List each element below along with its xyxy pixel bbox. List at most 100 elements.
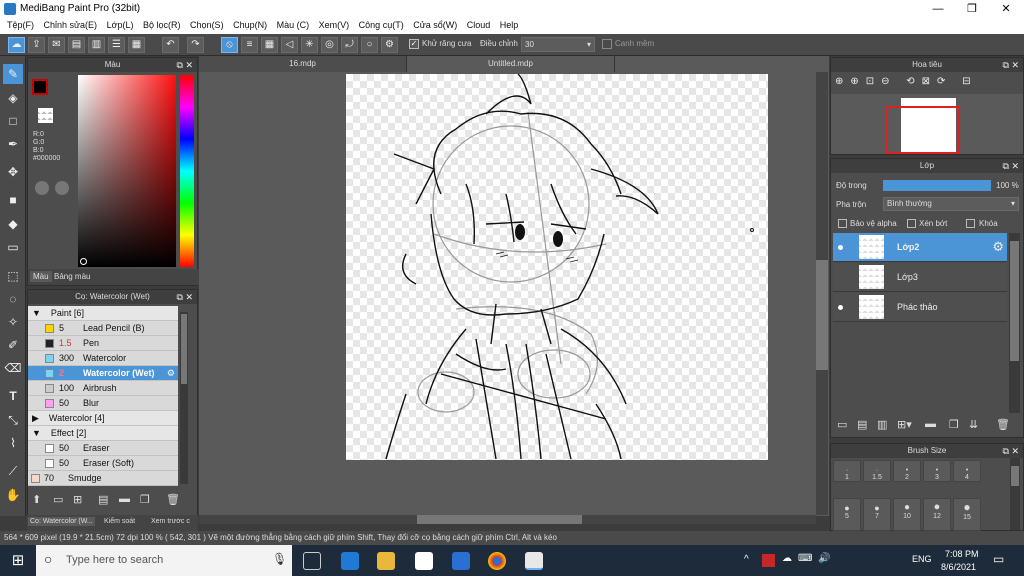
gradient-tool-icon[interactable]: ▭: [3, 237, 23, 257]
gear-icon[interactable]: ⚙: [992, 239, 1004, 255]
lasso-tool-icon[interactable]: ◌: [3, 289, 23, 309]
brush-size-cell[interactable]: ● 12: [923, 498, 951, 531]
layer-row[interactable]: Phác thảo: [833, 293, 1007, 322]
parallel-snap-icon[interactable]: ≡: [241, 37, 258, 53]
eye-icon[interactable]: [838, 305, 843, 310]
new-halftone-layer-icon[interactable]: ▤: [857, 418, 867, 431]
brush-item[interactable]: 50 Blur: [28, 396, 178, 411]
menu-edit[interactable]: Chỉnh sửa(E): [44, 18, 98, 30]
tab-document-1[interactable]: 16.mdp: [199, 56, 407, 72]
brush-item[interactable]: 70 Smudge: [28, 471, 178, 486]
menu-tools[interactable]: Công cụ(T): [359, 18, 404, 30]
folder-icon[interactable]: ▬: [925, 418, 936, 430]
trash-icon[interactable]: 🗑: [166, 493, 180, 506]
move-tool-icon[interactable]: ✥: [3, 162, 23, 182]
menu-window[interactable]: Cửa sổ(W): [413, 18, 457, 30]
menu-color[interactable]: Màu (C): [277, 18, 310, 30]
windows-start-icon[interactable]: ⊞: [0, 545, 36, 576]
no-snap-icon[interactable]: ⦸: [221, 37, 238, 53]
menu-filter[interactable]: Bộ lọc(R): [143, 18, 181, 30]
brush-cloud-icon[interactable]: ⬆: [32, 493, 41, 506]
text-tool-icon[interactable]: T: [3, 386, 23, 406]
panel-close-icon[interactable]: ⧉ ✕: [1003, 159, 1019, 173]
panel-close-icon[interactable]: ⧉ ✕: [1003, 444, 1019, 458]
viewport-frame[interactable]: [885, 106, 959, 154]
minimize-button[interactable]: —: [921, 0, 955, 18]
close-button[interactable]: ✕: [989, 0, 1023, 18]
store-icon[interactable]: [452, 552, 470, 570]
menu-help[interactable]: Help: [500, 18, 519, 30]
hue-slider[interactable]: [180, 75, 194, 267]
notification-icon[interactable]: ▭: [993, 552, 1004, 566]
language-indicator[interactable]: ENG: [912, 554, 932, 564]
curve-snap-icon[interactable]: ⤾: [341, 37, 358, 53]
layer-row-selected[interactable]: Lớp2 ⚙: [833, 233, 1007, 262]
menu-layer[interactable]: Lớp(L): [107, 18, 134, 30]
concentric-snap-icon[interactable]: ◎: [321, 37, 338, 53]
merge-down-icon[interactable]: ⇊: [969, 418, 978, 431]
brush-size-cell[interactable]: • 4: [953, 460, 981, 482]
select-tool-icon[interactable]: ⬚: [3, 266, 23, 286]
edge-icon[interactable]: [341, 552, 359, 570]
clock-date[interactable]: 8/6/2021: [941, 562, 976, 572]
brush-group-effect[interactable]: ▼ Effect [2]: [28, 426, 178, 441]
palette-icon[interactable]: [35, 181, 49, 195]
picker-cursor[interactable]: [80, 258, 87, 265]
opacity-slider[interactable]: [883, 180, 991, 191]
circle-snap-icon[interactable]: ○: [361, 37, 378, 53]
brush-item[interactable]: 5 Lead Pencil (B): [28, 321, 178, 336]
vanishing-point-icon[interactable]: ◁: [281, 37, 298, 53]
brush-size-cell[interactable]: · 1.5: [863, 460, 891, 482]
brush-item[interactable]: 1.5 Pen: [28, 336, 178, 351]
tab-control[interactable]: Kiểm soát: [104, 518, 135, 525]
brush-tool-icon[interactable]: ✎: [3, 64, 23, 84]
undo-icon[interactable]: ↶: [162, 37, 179, 53]
menu-view[interactable]: Xem(V): [319, 18, 350, 30]
eyedropper-icon[interactable]: ⌇: [3, 433, 23, 453]
brush-item[interactable]: 50 Eraser: [28, 441, 178, 456]
chat-icon[interactable]: ✉: [48, 37, 65, 53]
saturation-value-picker[interactable]: [78, 75, 176, 267]
pen-tool-icon[interactable]: ✒: [3, 134, 23, 154]
duplicate-icon[interactable]: ❐: [140, 493, 150, 506]
grid-icon[interactable]: ▦: [128, 37, 145, 53]
chevron-up-icon[interactable]: ^: [744, 554, 749, 565]
divide-tool-icon[interactable]: ⟋: [3, 461, 23, 481]
radial-snap-icon[interactable]: ✳: [301, 37, 318, 53]
new-8bit-layer-icon[interactable]: ▥: [877, 418, 887, 431]
brush-item-selected[interactable]: 2 Watercolor (Wet) ⚙: [28, 366, 178, 381]
lock-checkbox[interactable]: [966, 219, 975, 228]
comment-icon[interactable]: ▤: [68, 37, 85, 53]
menu-file[interactable]: Tệp(F): [7, 18, 34, 30]
layer-row[interactable]: Lớp3: [833, 263, 1007, 292]
drawing-canvas[interactable]: [346, 73, 768, 460]
antialias-checkbox[interactable]: ✓: [409, 39, 419, 49]
cross-snap-icon[interactable]: ▦: [261, 37, 278, 53]
maximize-button[interactable]: ❐: [955, 0, 989, 18]
brush-group-watercolor[interactable]: ▶ Watercolor [4]: [28, 411, 178, 426]
list-icon[interactable]: ☰: [108, 37, 125, 53]
gear-icon[interactable]: ⚙: [167, 366, 175, 381]
shape-tool-icon[interactable]: ■: [3, 190, 23, 210]
duplicate-layer-icon[interactable]: ❐: [949, 418, 959, 431]
horizontal-scrollbar[interactable]: [199, 515, 816, 524]
brush-size-cell[interactable]: • 3: [923, 460, 951, 482]
fill-tool-icon[interactable]: ◆: [3, 214, 23, 234]
settings-icon[interactable]: ⚙: [381, 37, 398, 53]
brush-item[interactable]: 50 Eraser (Soft): [28, 456, 178, 471]
brush-item[interactable]: 300 Watercolor: [28, 351, 178, 366]
brush-size-cell[interactable]: ● 5: [833, 498, 861, 531]
new-brush-icon[interactable]: ▭: [53, 493, 63, 506]
tab-brush[interactable]: Cọ: Watercolor (W...: [28, 517, 95, 526]
cloud-icon[interactable]: ☁: [8, 37, 25, 53]
clipping-checkbox[interactable]: [907, 219, 916, 228]
menu-cloud[interactable]: Cloud: [467, 18, 491, 30]
palette-add-icon[interactable]: [55, 181, 69, 195]
eraser-tool-icon[interactable]: ◈: [3, 88, 23, 108]
redo-icon[interactable]: ↷: [187, 37, 204, 53]
brush-size-scrollbar[interactable]: [1010, 458, 1020, 530]
menu-capture[interactable]: Chụp(N): [233, 18, 267, 30]
brush-size-cell[interactable]: ● 7: [863, 498, 891, 531]
brush-size-cell[interactable]: · 1: [833, 460, 861, 482]
clock-time[interactable]: 7:08 PM: [945, 549, 979, 559]
